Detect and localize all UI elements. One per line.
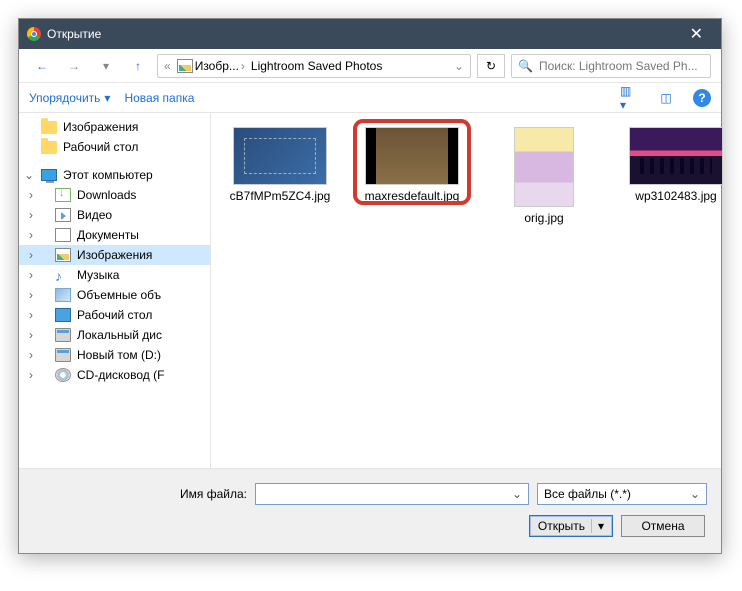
open-button[interactable]: Открыть▾ <box>529 515 613 537</box>
filename-input[interactable]: ⌄ <box>255 483 529 505</box>
tree-this-pc[interactable]: ⌄Этот компьютер <box>19 165 210 185</box>
pc-icon <box>41 169 57 181</box>
filename-label: Имя файла: <box>33 487 247 501</box>
file-list[interactable]: cB7fMPm5ZC4.jpg maxresdefault.jpg orig.j… <box>211 113 742 468</box>
search-box[interactable]: 🔍 Поиск: Lightroom Saved Ph... <box>511 54 711 78</box>
address-bar[interactable]: « Изобр... › Lightroom Saved Photos ⌄ <box>157 54 471 78</box>
tree-downloads[interactable]: ›Downloads <box>19 185 210 205</box>
forward-button[interactable]: → <box>61 54 87 78</box>
recent-dropdown[interactable]: ▾ <box>93 54 119 78</box>
bottom-panel: Имя файла: ⌄ Все файлы (*.*) ⌄ Открыть▾ … <box>19 468 721 553</box>
titlebar: Открытие ✕ <box>19 19 721 49</box>
file-name: cB7fMPm5ZC4.jpg <box>230 189 331 205</box>
close-button[interactable]: ✕ <box>680 20 713 48</box>
file-item[interactable]: wp3102483.jpg <box>621 127 731 205</box>
file-name: wp3102483.jpg <box>635 189 716 205</box>
new-folder-button[interactable]: Новая папка <box>124 91 194 105</box>
toolbar: Упорядочить▾ Новая папка ▥ ▾ ◫ ? <box>19 83 721 113</box>
preview-pane-toggle[interactable]: ◫ <box>653 87 679 109</box>
3d-objects-icon <box>55 288 71 302</box>
open-file-dialog: Открытие ✕ ← → ▾ ↑ « Изобр... › Lightroo… <box>18 18 722 554</box>
organize-menu[interactable]: Упорядочить▾ <box>29 91 110 105</box>
chevron-down-icon[interactable]: ⌄ <box>508 487 526 501</box>
file-item[interactable]: orig.jpg <box>489 127 599 227</box>
nav-row: ← → ▾ ↑ « Изобр... › Lightroom Saved Pho… <box>19 49 721 83</box>
breadcrumb-folder[interactable]: Lightroom Saved Photos <box>251 59 382 73</box>
tree-documents[interactable]: ›Документы <box>19 225 210 245</box>
view-menu[interactable]: ▥ ▾ <box>613 87 639 109</box>
refresh-button[interactable]: ↻ <box>477 54 505 78</box>
pictures-icon <box>55 248 71 262</box>
folder-icon <box>41 141 57 154</box>
window-title: Открытие <box>47 27 101 41</box>
chevron-down-icon[interactable]: ⌄ <box>686 487 704 501</box>
folder-icon <box>41 121 57 134</box>
back-button[interactable]: ← <box>29 54 55 78</box>
nav-tree[interactable]: Изображения Рабочий стол ⌄Этот компьютер… <box>19 113 211 468</box>
music-icon <box>55 268 71 282</box>
address-dropdown-icon[interactable]: ⌄ <box>454 59 464 73</box>
thumbnail <box>233 127 327 185</box>
tree-desktop[interactable]: ›Рабочий стол <box>19 305 210 325</box>
tree-desktop-quick[interactable]: Рабочий стол <box>19 137 210 157</box>
tree-local-disk-c[interactable]: ›Локальный дис <box>19 325 210 345</box>
file-name: orig.jpg <box>524 211 563 227</box>
chrome-icon <box>27 27 41 41</box>
file-item-highlighted[interactable]: maxresdefault.jpg <box>357 127 467 205</box>
chevron-down-icon: ▾ <box>104 91 110 105</box>
chevron-left-icon: « <box>164 59 171 73</box>
tree-video[interactable]: ›Видео <box>19 205 210 225</box>
tree-music[interactable]: ›Музыка <box>19 265 210 285</box>
cancel-button[interactable]: Отмена <box>621 515 705 537</box>
tree-pictures-quick[interactable]: Изображения <box>19 117 210 137</box>
desktop-icon <box>55 308 71 322</box>
collapse-icon[interactable]: ⌄ <box>23 168 35 182</box>
thumbnail <box>514 127 574 207</box>
file-type-filter[interactable]: Все файлы (*.*) ⌄ <box>537 483 707 505</box>
up-button[interactable]: ↑ <box>125 54 151 78</box>
documents-icon <box>55 228 71 242</box>
tree-3d-objects[interactable]: ›Объемные объ <box>19 285 210 305</box>
tree-pictures[interactable]: ›Изображения <box>19 245 210 265</box>
breadcrumb-images[interactable]: Изобр... › <box>177 59 245 73</box>
help-button[interactable]: ? <box>693 89 711 107</box>
file-item[interactable]: cB7fMPm5ZC4.jpg <box>225 127 335 205</box>
thumbnail <box>629 127 723 185</box>
drive-icon <box>55 328 71 342</box>
cd-icon <box>55 368 71 382</box>
pictures-icon <box>177 59 193 73</box>
chevron-down-icon: ▾ <box>598 519 604 533</box>
drive-icon <box>55 348 71 362</box>
thumbnail <box>365 127 459 185</box>
downloads-icon <box>55 188 71 202</box>
video-icon <box>55 208 71 222</box>
tree-cd-drive[interactable]: ›CD-дисковод (F <box>19 365 210 385</box>
search-placeholder: Поиск: Lightroom Saved Ph... <box>539 59 698 73</box>
file-name: maxresdefault.jpg <box>365 189 460 205</box>
tree-new-volume-d[interactable]: ›Новый том (D:) <box>19 345 210 365</box>
search-icon: 🔍 <box>518 59 533 73</box>
